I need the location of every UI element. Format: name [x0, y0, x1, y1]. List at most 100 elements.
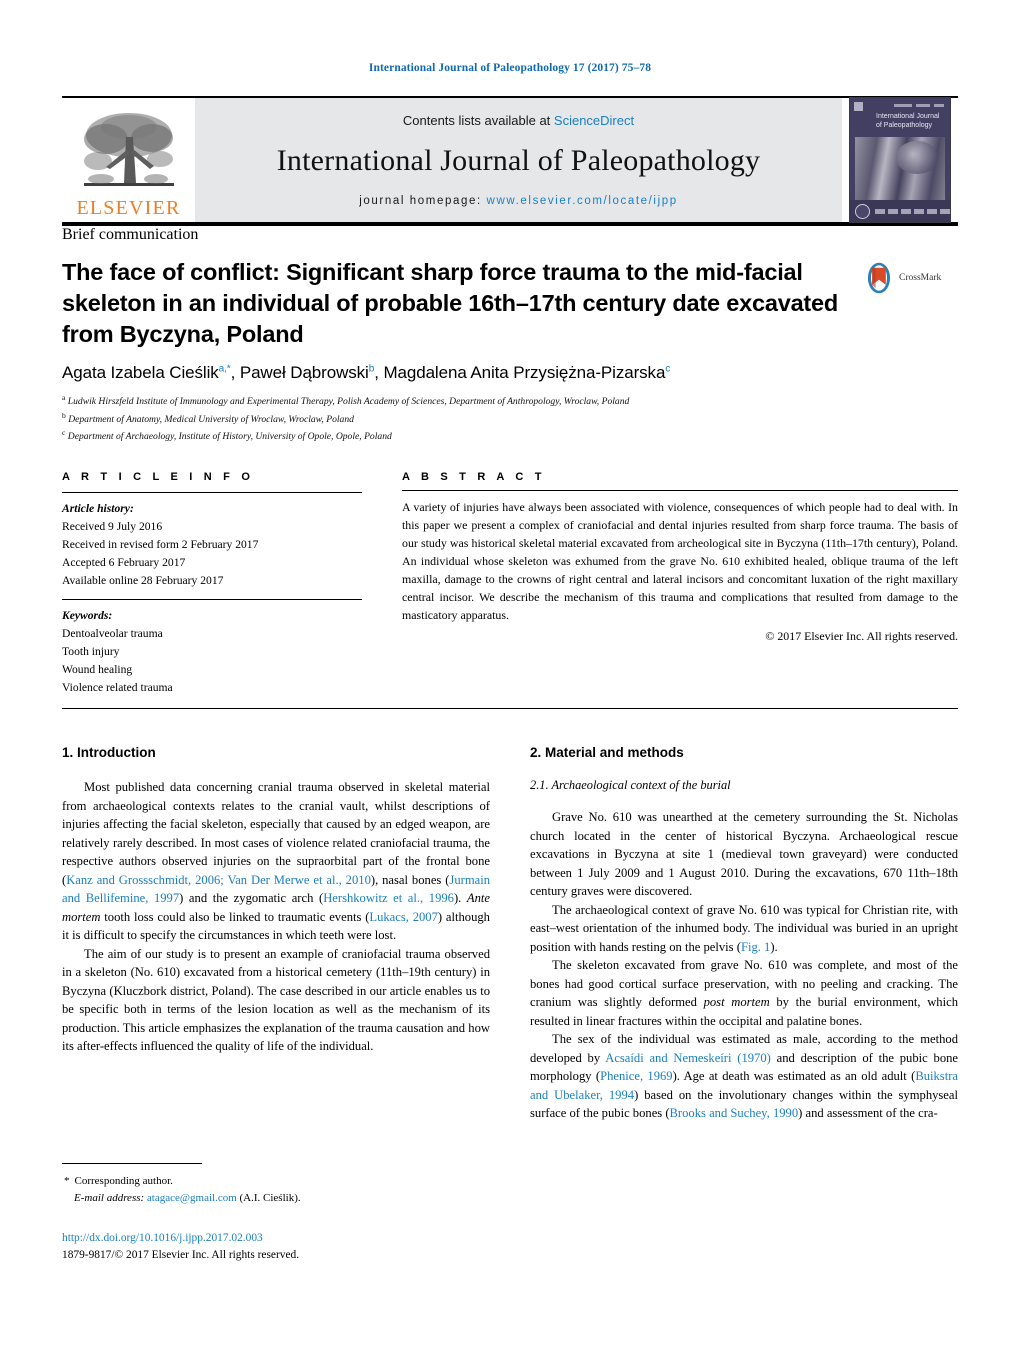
- crossmark-label: CrossMark: [899, 273, 942, 283]
- citation-link[interactable]: Hershkowitz et al., 1996: [323, 891, 454, 905]
- corresponding-author-line: * Corresponding author.: [62, 1173, 474, 1190]
- cover-top-marks-icon: [854, 102, 946, 111]
- abstract-heading: A B S T R A C T: [402, 470, 546, 483]
- section-heading-introduction: 1. Introduction: [62, 745, 156, 761]
- keywords-rule: [62, 598, 362, 600]
- body-text: ), nasal bones (: [370, 872, 450, 887]
- homepage-url-link[interactable]: www.elsevier.com/locate/ijpp: [487, 195, 678, 207]
- citation-link[interactable]: Brooks and Suchey, 1990: [670, 1106, 799, 1120]
- keyword-item: Dentoalveolar trauma: [62, 626, 163, 640]
- affiliation-marker: b: [62, 410, 66, 420]
- body-text: Most published data concerning cranial t…: [62, 780, 490, 887]
- keyword-item: Tooth injury: [62, 644, 120, 658]
- email-owner: (A.I. Cieślik).: [239, 1191, 301, 1204]
- journal-cover-thumbnail[interactable]: International Journal of Paleopathology: [849, 97, 951, 223]
- article-history-item: Available online 28 February 2017: [62, 573, 224, 587]
- citation-link[interactable]: Phenice, 1969: [600, 1069, 673, 1083]
- article-history-block: Article history: Received 9 July 2016 Rec…: [62, 500, 362, 590]
- running-head: International Journal of Paleopathology …: [368, 62, 652, 74]
- citation-link[interactable]: Kanz and Grossschmidt, 2006; Van Der Mer…: [66, 873, 371, 887]
- cover-seal-icon: [855, 203, 870, 219]
- article-info-heading: A R T I C L E I N F O: [62, 470, 255, 483]
- article-history-item: Accepted 6 February 2017: [62, 555, 186, 569]
- crossmark-icon: [867, 262, 891, 294]
- journal-cover-block: International Journal of Paleopathology: [842, 97, 958, 223]
- body-text: ) and assessment of the cra-: [798, 1106, 938, 1121]
- materials-paragraph-1: Grave No. 610 was unearthed at the cemet…: [530, 808, 958, 901]
- keywords-items: Dentoalveolar trauma Tooth injury Wound he…: [62, 625, 362, 697]
- article-history-item: Received in revised form 2 February 2017: [62, 537, 259, 551]
- cover-footer-text-lines: [875, 208, 950, 214]
- body-text: ) and the zygomatic arch (: [179, 891, 324, 906]
- body-text: ).: [453, 891, 467, 906]
- subsection-heading-archaeological-context: 2.1. Archaeological context of the buria…: [530, 778, 731, 793]
- homepage-label: journal homepage:: [359, 195, 487, 207]
- keywords-block: Keywords: Dentoalveolar trauma Tooth inju…: [62, 607, 362, 697]
- left-column: 1. Introduction Most published data conc…: [62, 745, 490, 1123]
- email-label: E-mail address:: [74, 1191, 145, 1204]
- article-info-column: A R T I C L E I N F O Article history: R…: [62, 471, 362, 697]
- issn-copyright-line: 1879-9817/© 2017 Elsevier Inc. All right…: [62, 1249, 300, 1262]
- header-bottom-rule: [62, 708, 958, 710]
- article-history-label: Article history:: [62, 501, 134, 515]
- article-page: International Journal of Paleopathology …: [0, 0, 1020, 1351]
- elsevier-wordmark: ELSEVIER: [76, 197, 181, 219]
- article-info-rule: [62, 491, 362, 493]
- article-history-items: Received 9 July 2016 Received in revised …: [62, 518, 362, 590]
- body-text: ). Age at death was estimated as an old …: [672, 1069, 916, 1084]
- doi-link[interactable]: http://dx.doi.org/10.1016/j.ijpp.2017.02…: [62, 1230, 474, 1247]
- title-row: The face of conflict: Significant sharp …: [62, 257, 958, 350]
- materials-paragraph-2: The archaeological context of grave No. …: [530, 901, 958, 957]
- keywords-label: Keywords:: [62, 608, 113, 622]
- journal-banner: Contents lists available at ScienceDirec…: [195, 98, 842, 222]
- crossmark-badge[interactable]: CrossMark: [862, 261, 958, 295]
- author-affiliation-marker[interactable]: a,*: [219, 363, 231, 374]
- keyword-item: Violence related trauma: [62, 680, 173, 694]
- affiliation-marker: a: [62, 393, 66, 403]
- abstract-column: A B S T R A C T A variety of injuries ha…: [402, 471, 958, 697]
- footnote-rule: [62, 1163, 202, 1164]
- intro-paragraph-2: The aim of our study is to present an ex…: [62, 945, 490, 1056]
- affiliation-item: b Department of Anatomy, Medical Univers…: [62, 410, 354, 425]
- info-abstract-row: A R T I C L E I N F O Article history: R…: [62, 471, 958, 697]
- journal-masthead: ELSEVIER Contents lists available at Sci…: [62, 96, 958, 223]
- affiliation-list: a Ludwik Hirszfeld Institute of Immunolo…: [62, 392, 958, 445]
- abstract-rule: [402, 489, 958, 491]
- body-text: ).: [770, 939, 778, 954]
- body-text: tooth loss could also be linked to traum…: [100, 909, 370, 924]
- body-text: The aim of our study is to present an ex…: [62, 946, 490, 1054]
- page-title: The face of conflict: Significant sharp …: [62, 259, 839, 348]
- citation-link[interactable]: Acsaídi and Nemeskeíri (1970): [605, 1051, 771, 1065]
- email-line: E-mail address: atagace@gmail.com (A.I. …: [62, 1190, 474, 1207]
- elsevier-logo-block: ELSEVIER: [62, 98, 195, 222]
- author-list: Agata Izabela Cieślika,*, Paweł Dąbrowsk…: [62, 363, 671, 383]
- right-column: 2. Material and methods 2.1. Archaeologi…: [530, 745, 958, 1123]
- cover-footer-bar: [850, 200, 950, 222]
- journal-title: International Journal of Paleopathology: [276, 144, 761, 177]
- citation-link[interactable]: Lukacs, 2007: [369, 910, 438, 924]
- keyword-item: Wound healing: [62, 662, 133, 676]
- affiliation-marker: c: [62, 428, 66, 438]
- email-link[interactable]: atagace@gmail.com: [147, 1192, 237, 1204]
- footnote-area: * Corresponding author. E-mail address: a…: [62, 1163, 474, 1264]
- doi-block: http://dx.doi.org/10.1016/j.ijpp.2017.02…: [62, 1230, 474, 1264]
- intro-paragraph-1: Most published data concerning cranial t…: [62, 778, 490, 945]
- article-history-item: Received 9 July 2016: [62, 519, 163, 533]
- affiliation-item: a Ludwik Hirszfeld Institute of Immunolo…: [62, 393, 630, 408]
- body-columns: 1. Introduction Most published data conc…: [62, 745, 958, 1123]
- affiliation-item: c Department of Archaeology, Institute o…: [62, 428, 392, 443]
- materials-paragraph-3: The skeleton excavated from grave No. 61…: [530, 956, 958, 1030]
- section-heading-materials: 2. Material and methods: [530, 745, 684, 761]
- contents-prefix: Contents lists available at: [402, 113, 554, 128]
- sciencedirect-link[interactable]: ScienceDirect: [554, 113, 634, 128]
- article-type-label: Brief communication: [62, 226, 199, 243]
- author-affiliation-marker[interactable]: c: [665, 363, 670, 374]
- body-text: Grave No. 610 was unearthed at the cemet…: [530, 810, 958, 899]
- corresponding-marker: *: [64, 1175, 70, 1187]
- abstract-copyright: © 2017 Elsevier Inc. All rights reserved…: [765, 629, 958, 644]
- journal-homepage-line: journal homepage: www.elsevier.com/locat…: [359, 195, 677, 207]
- emphasis-text: post mortem: [703, 995, 770, 1010]
- abstract-text: A variety of injuries have always been a…: [402, 499, 958, 623]
- author-affiliation-marker[interactable]: b: [369, 363, 375, 374]
- citation-link[interactable]: Fig. 1: [741, 940, 770, 954]
